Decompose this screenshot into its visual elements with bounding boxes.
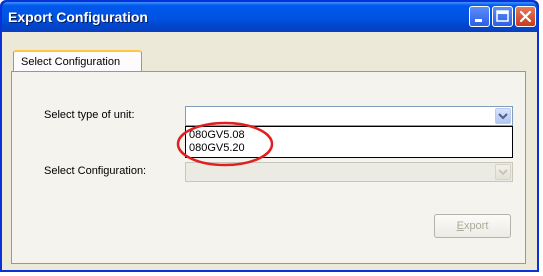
configuration-select[interactable] bbox=[185, 162, 513, 182]
close-icon bbox=[519, 10, 532, 23]
maximize-button[interactable] bbox=[492, 6, 513, 27]
maximize-icon bbox=[496, 10, 509, 22]
unit-type-dropdown-button[interactable] bbox=[495, 108, 511, 124]
unit-type-select[interactable] bbox=[185, 106, 513, 126]
unit-type-dropdown-list: 080GV5.08 080GV5.20 bbox=[185, 126, 513, 158]
minimize-button[interactable] bbox=[469, 6, 490, 27]
configuration-label: Select Configuration: bbox=[44, 165, 147, 177]
title-bar[interactable]: Export Configuration bbox=[2, 2, 537, 32]
tab-select-configuration[interactable]: Select Configuration bbox=[13, 50, 142, 72]
unit-type-label: Select type of unit: bbox=[44, 109, 135, 121]
unit-type-option[interactable]: 080GV5.08 bbox=[189, 129, 245, 142]
close-button[interactable] bbox=[515, 6, 536, 27]
export-button[interactable]: Export bbox=[434, 214, 511, 238]
tab-label: Select Configuration bbox=[21, 56, 121, 68]
export-button-rest: xport bbox=[463, 220, 489, 232]
window-title: Export Configuration bbox=[8, 9, 148, 25]
configuration-dropdown-button[interactable] bbox=[495, 164, 511, 180]
unit-type-option[interactable]: 080GV5.20 bbox=[189, 142, 245, 155]
export-button-mnemonic: E bbox=[456, 220, 464, 232]
chevron-down-icon bbox=[498, 113, 508, 120]
chevron-down-icon bbox=[498, 169, 508, 176]
minimize-icon bbox=[475, 19, 482, 22]
